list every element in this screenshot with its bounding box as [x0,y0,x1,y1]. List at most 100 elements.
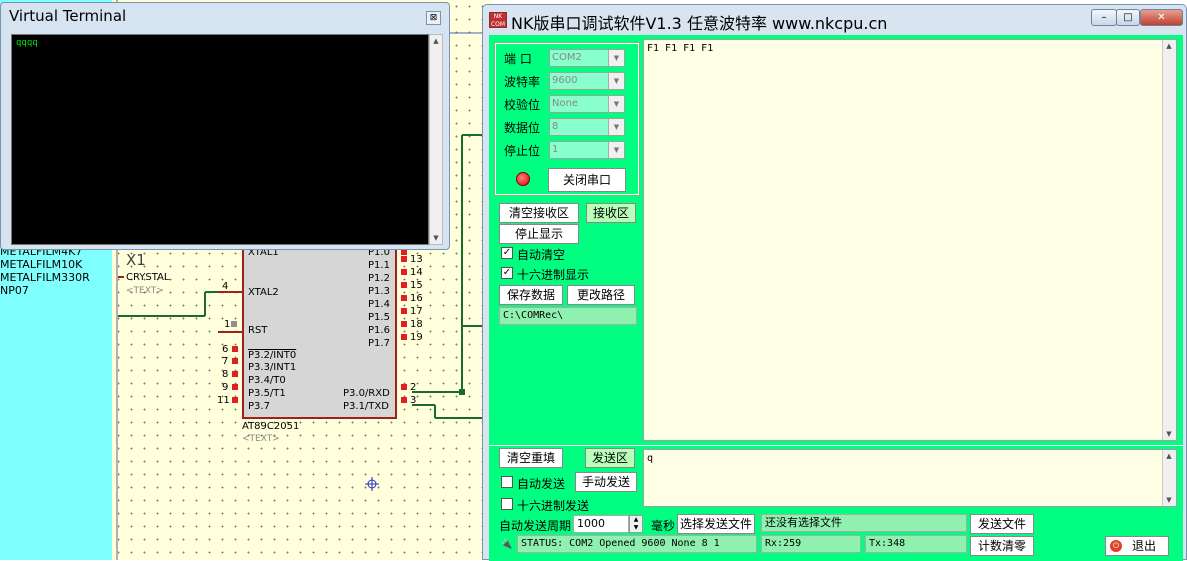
receive-scrollbar[interactable]: ▲ ▼ [1162,40,1176,440]
clear-resend-button[interactable]: 清空重填 [499,448,563,468]
receive-text: F1 F1 F1 F1 [647,43,714,54]
terminal-scrollbar[interactable]: ▲ ▼ [429,34,443,245]
scroll-up-icon[interactable]: ▲ [430,35,442,47]
virtual-terminal-window[interactable]: Virtual Terminal ⊠ qqqq ▲ ▼ [0,2,450,250]
pin-number: 11 [217,395,230,406]
chevron-down-icon: ▼ [608,73,624,89]
port-select[interactable]: COM2 ▼ [549,49,625,67]
terminal-title: Virtual Terminal [9,7,127,25]
terminal-close-icon[interactable]: ⊠ [426,11,441,25]
chevron-down-icon: ▼ [608,142,624,158]
hex-display-checkbox[interactable]: ✓ [501,267,513,279]
pin-number: 14 [410,267,423,278]
pin-number: 16 [410,293,423,304]
spin-up-icon: ▲ [633,516,639,523]
close-button[interactable]: ✕ [1140,9,1183,26]
power-icon: ⏻ [1110,540,1122,552]
crystal-ref: X1 [126,251,146,269]
pin-label: P1.6 [368,325,390,336]
pin-label: P1.2 [368,273,390,284]
databits-label: 数据位 [504,121,541,135]
nk-client-area: 端 口 COM2 ▼ 波特率 9600 ▼ 校验位 None ▼ 数据位 8 ▼ 停止位… [489,35,1183,561]
stopbits-select[interactable]: 1 ▼ [549,141,625,159]
pin-label: RST [248,325,268,336]
nk-serial-tool-window[interactable]: NK COM NK版串口调试软件V1.3 任意波特率 www.nkcpu.cn … [482,4,1187,561]
pin-number: 9 [222,382,229,393]
pin-number: 17 [410,306,423,317]
count-clear-button[interactable]: 计数清零 [970,536,1034,556]
chip-part-label: AT89C2051 [242,421,300,432]
auto-send-checkbox[interactable] [501,476,513,488]
pin-label: P1.4 [368,299,390,310]
pin-number: 13 [410,254,423,265]
auto-period-label: 自动发送周期 [499,519,572,533]
receive-textarea[interactable]: F1 F1 F1 F1 ▲ ▼ [643,39,1177,441]
pin-label: P3.1/TXD [343,401,389,412]
exit-button[interactable]: ⏻ 退出 [1105,536,1169,556]
pin-label: P3.0/RXD [343,388,390,399]
scroll-up-icon[interactable]: ▲ [1163,450,1175,462]
send-scrollbar[interactable]: ▲ ▼ [1162,450,1176,506]
parity-select[interactable]: None ▼ [549,95,625,113]
parity-label: 校验位 [504,98,541,112]
exit-label: 退出 [1131,539,1156,553]
pin-number: 1 [224,319,231,330]
baud-select[interactable]: 9600 ▼ [549,72,625,90]
scroll-down-icon[interactable]: ▼ [1163,428,1175,440]
status-field: STATUS: COM2 Opened 9600 None 8 1 [517,535,757,553]
pin-number: 3 [410,395,417,406]
pin-label: P1.1 [368,260,390,271]
terminal-output: qqqq [16,38,38,48]
stop-display-button[interactable]: 停止显示 [499,224,579,244]
ms-label: 毫秒 [651,519,676,533]
baud-label: 波特率 [504,75,541,89]
pin-label: P1.5 [368,312,390,323]
close-port-button[interactable]: 关闭串口 [548,168,626,192]
auto-clear-label: 自动清空 [517,248,566,262]
pin-label: P3.3/INT1 [248,362,297,373]
hex-display-label: 十六进制显示 [517,268,590,282]
hex-send-checkbox[interactable] [501,498,513,510]
pin-number: 2 [410,382,417,393]
rx-counter: Rx:259 [761,535,861,553]
hex-send-label: 十六进制发送 [517,499,590,513]
manual-send-button[interactable]: 手动发送 [575,472,637,492]
scroll-up-icon[interactable]: ▲ [1163,40,1175,52]
app-logo-icon: NK COM [489,12,507,28]
pin-number: 8 [222,369,229,380]
scroll-down-icon[interactable]: ▼ [1163,494,1175,506]
choose-file-button[interactable]: 选择发送文件 [677,514,755,534]
minimize-button[interactable]: – [1091,9,1117,26]
pin-label: P3.4/T0 [248,375,286,386]
auto-send-label: 自动发送 [517,477,566,491]
clear-receive-button[interactable]: 清空接收区 [499,203,579,223]
terminal-screen[interactable]: qqqq [11,34,429,245]
scroll-down-icon[interactable]: ▼ [430,232,442,244]
pin-label: P1.7 [368,338,390,349]
pin-number: 7 [222,356,229,367]
databits-select[interactable]: 8 ▼ [549,118,625,136]
nk-title-bar[interactable]: NK COM NK版串口调试软件V1.3 任意波特率 www.nkcpu.cn … [483,5,1186,33]
maximize-button[interactable]: □ [1116,9,1140,26]
pin-label: P3.5/T1 [248,388,286,399]
period-input[interactable]: 1000 [573,515,629,533]
path-field[interactable]: C:\COMRec\ [499,307,637,325]
chip-text-label: <TEXT> [242,434,280,444]
crystal-text: <TEXT> [126,286,164,296]
port-label: 端 口 [504,52,532,66]
receive-area-label: 接收区 [586,203,636,223]
chevron-down-icon: ▼ [608,50,624,66]
pin-label: XTAL2 [248,287,279,298]
chevron-down-icon: ▼ [608,119,624,135]
save-data-button[interactable]: 保存数据 [499,285,563,305]
auto-clear-checkbox[interactable]: ✓ [501,247,513,259]
pin-number: 19 [410,332,423,343]
period-spinner[interactable]: ▲ ▼ [629,515,643,533]
send-file-button[interactable]: 发送文件 [970,514,1034,534]
port-settings-panel: 端 口 COM2 ▼ 波特率 9600 ▼ 校验位 None ▼ 数据位 8 ▼ 停止位… [494,42,640,196]
stopbits-label: 停止位 [504,144,541,158]
send-textarea[interactable]: q ▲ ▼ [643,449,1177,507]
pin-number: 18 [410,319,423,330]
send-area-label: 发送区 [585,448,635,468]
change-path-button[interactable]: 更改路径 [567,285,635,305]
